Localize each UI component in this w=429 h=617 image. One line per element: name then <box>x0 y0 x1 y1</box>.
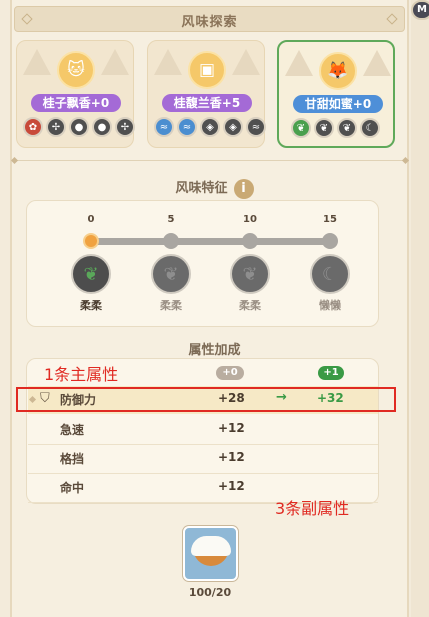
trait-threshold: 5 <box>167 214 175 225</box>
attribute-value: +12 <box>218 479 245 493</box>
info-icon[interactable]: i <box>233 178 254 199</box>
leaf-icon: ❦ <box>337 118 357 138</box>
main-attribute-highlight <box>16 387 396 412</box>
trait-threshold: 0 <box>87 214 95 225</box>
flavor-card[interactable]: ▣ 桂馥兰香+5 ≈ ≈ ◈ ◈ ≈ <box>147 40 266 148</box>
shield-icon: ◈ <box>200 117 220 137</box>
ear-decoration <box>285 50 313 76</box>
attribute-label: 急速 <box>60 423 85 437</box>
annotation-sub: 3条副属性 <box>275 499 350 518</box>
flavor-attribute-icons: ❦ ❦ ❦ ☾ <box>291 118 380 138</box>
fox-icon: 🦊 <box>319 52 357 90</box>
rice-bowl-item[interactable] <box>183 526 238 581</box>
trait-name: 懒懒 <box>319 299 341 312</box>
current-level-pill: +0 <box>216 366 244 380</box>
trait-name: 柔柔 <box>239 299 261 312</box>
leaf-icon: ❦ <box>291 118 311 138</box>
ear-decoration <box>363 50 391 76</box>
shield-icon: ◈ <box>223 117 243 137</box>
attribute-label: 格挡 <box>60 452 85 466</box>
flavor-label: 甘甜如蜜+0 <box>293 95 383 113</box>
title-bar: 风味探索 <box>14 6 405 32</box>
leaf-icon[interactable]: ❦ <box>71 254 111 294</box>
trait-progress-track <box>90 238 330 245</box>
drop-icon: ● <box>69 117 89 137</box>
next-level-pill: +1 <box>318 366 344 380</box>
trait-name: 柔柔 <box>80 299 102 312</box>
side-edge <box>411 0 429 617</box>
leaf-icon[interactable]: ❦ <box>151 254 191 294</box>
moon-icon: ☾ <box>360 118 380 138</box>
corner-button[interactable]: M <box>411 0 429 20</box>
annotation-main: 1条主属性 <box>44 365 119 384</box>
flavor-card[interactable]: 🐱 桂子飘香+0 ✿ ✢ ● ● ✢ <box>16 40 135 148</box>
wave-icon: ≈ <box>246 117 266 137</box>
drop-icon: ● <box>92 117 112 137</box>
leaf-icon[interactable]: ❦ <box>230 254 270 294</box>
traits-title: 风味特征 <box>175 181 228 196</box>
trait-node <box>242 233 258 249</box>
trait-threshold: 15 <box>323 214 337 225</box>
traits-heading: 风味特征 i <box>0 177 429 199</box>
flavor-attribute-icons: ✿ ✢ ● ● ✢ <box>23 117 135 137</box>
item-count: 100/20 <box>188 586 232 599</box>
ear-decoration <box>154 49 182 75</box>
fan-icon: ✢ <box>115 117 135 137</box>
attribute-value: +12 <box>218 421 245 435</box>
page-title: 风味探索 <box>181 15 238 30</box>
attribute-value: +12 <box>218 450 245 464</box>
moon-icon[interactable]: ☾ <box>310 254 350 294</box>
divider <box>14 160 405 161</box>
flavor-card-selected[interactable]: 🦊 甘甜如蜜+0 ❦ ❦ ❦ ☾ <box>277 40 395 148</box>
trait-node <box>163 233 179 249</box>
trait-node <box>83 233 99 249</box>
wave-icon: ≈ <box>177 117 197 137</box>
cat-icon: 🐱 <box>57 51 95 89</box>
ear-decoration <box>23 49 51 75</box>
rice-icon <box>191 536 231 556</box>
flavor-label: 桂馥兰香+5 <box>162 94 252 112</box>
fan-icon: ✢ <box>46 117 66 137</box>
leaf-icon: ❦ <box>314 118 334 138</box>
trait-name: 柔柔 <box>160 299 182 312</box>
flame-icon: ✿ <box>23 117 43 137</box>
flavor-attribute-icons: ≈ ≈ ◈ ◈ ≈ <box>154 117 266 137</box>
sub-attribute-row: 格挡 +12 <box>28 445 378 473</box>
trait-threshold: 10 <box>243 214 257 225</box>
ear-decoration <box>101 49 129 75</box>
box-icon: ▣ <box>188 51 226 89</box>
sub-attribute-row: 急速 +12 <box>28 416 378 444</box>
wave-icon: ≈ <box>154 117 174 137</box>
flavor-card-list: 🐱 桂子飘香+0 ✿ ✢ ● ● ✢ ▣ 桂馥兰香+5 ≈ ≈ ◈ ◈ ≈ 🦊 甘甜如蜜+0 ❦… <box>16 40 405 150</box>
attribute-label: 命中 <box>60 481 85 495</box>
flavor-label: 桂子飘香+0 <box>31 94 121 112</box>
trait-node <box>322 233 338 249</box>
ear-decoration <box>232 49 260 75</box>
attributes-heading: 属性加成 <box>188 343 241 358</box>
